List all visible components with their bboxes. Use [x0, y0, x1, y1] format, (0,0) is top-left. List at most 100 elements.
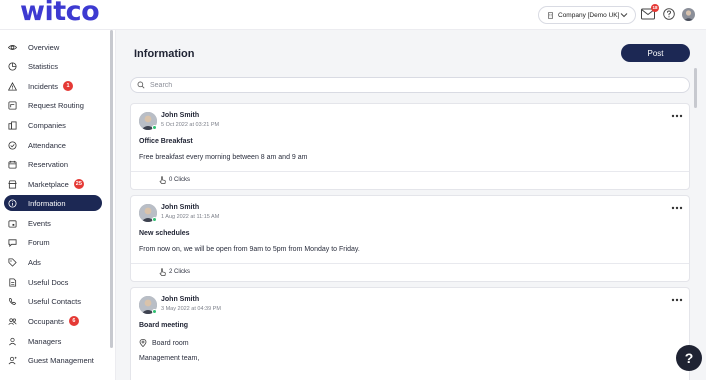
sidebar-item-guest-management[interactable]: Guest Management — [4, 352, 102, 368]
post-clicks-label: 2 Clicks — [169, 269, 191, 275]
warning-icon — [8, 81, 17, 91]
sidebar-item-request-routing[interactable]: Request Routing — [4, 97, 102, 113]
online-indicator — [152, 309, 157, 314]
sidebar-item-label: Managers — [28, 336, 62, 346]
sidebar-item-useful-docs[interactable]: Useful Docs — [4, 274, 102, 290]
sidebar-item-label: Events — [28, 218, 51, 228]
sidebar-item-label: Attendance — [28, 140, 66, 150]
sidebar-item-useful-contacts[interactable]: Useful Contacts — [4, 293, 102, 309]
sidebar-item-label: Useful Contacts — [28, 296, 81, 306]
online-indicator — [152, 217, 157, 222]
more-options-icon[interactable] — [671, 206, 683, 210]
sidebar-item-forum[interactable]: Forum — [4, 234, 102, 250]
post-clicks: 0 Clicks — [159, 176, 190, 184]
route-icon — [8, 100, 17, 110]
user-avatar[interactable] — [682, 8, 695, 21]
post-location: Board room — [139, 339, 189, 347]
mail-badge: 18 — [651, 4, 659, 12]
sidebar-item-label: Marketplace — [28, 179, 69, 189]
pie-chart-icon — [8, 61, 17, 71]
user-icon — [9, 337, 16, 345]
sidebar-item-ads[interactable]: Ads — [4, 254, 102, 270]
location-pin-icon — [139, 339, 147, 347]
post-button[interactable]: Post — [621, 44, 690, 62]
post-author[interactable]: John Smith — [161, 112, 199, 119]
users-icon — [8, 317, 17, 325]
main-scrollbar[interactable] — [694, 68, 697, 108]
sidebar-item-marketplace[interactable]: Marketplace 25 — [4, 176, 102, 192]
sidebar-item-label: Statistics — [28, 61, 59, 71]
post-clicks-label: 0 Clicks — [169, 177, 191, 183]
pointer-hand-icon — [159, 268, 166, 276]
post-divider — [131, 171, 689, 172]
company-selector[interactable]: Company [Demo UK] — [538, 6, 636, 24]
marketplace-badge: 25 — [73, 179, 84, 189]
tag-icon — [8, 257, 17, 267]
post-clicks: 2 Clicks — [159, 268, 190, 276]
sidebar-item-label: Incidents — [28, 81, 59, 91]
top-bar: witco Company [Demo UK] 18 — [0, 0, 706, 30]
sidebar-item-label: Reservation — [28, 159, 69, 169]
sidebar-item-label: Occupants — [28, 316, 64, 326]
post-divider — [131, 263, 689, 264]
sidebar-item-label: Guest Management — [28, 355, 94, 365]
pointer-hand-icon — [159, 176, 166, 184]
occupants-badge: 6 — [68, 316, 79, 326]
chevron-down-icon — [620, 13, 628, 18]
info-icon — [8, 198, 17, 208]
event-icon — [8, 219, 17, 228]
post-date: 3 May 2022 at 04:39 PM — [161, 306, 221, 312]
more-options-icon[interactable] — [671, 298, 683, 302]
sidebar-item-overview[interactable]: Overview — [4, 39, 102, 55]
sidebar-item-statistics[interactable]: Statistics — [4, 58, 102, 74]
post-title: New schedules — [139, 230, 190, 237]
post-author[interactable]: John Smith — [161, 204, 199, 211]
post-location-label: Board room — [152, 339, 189, 347]
page-title: Information — [134, 48, 195, 60]
sidebar-item-managers[interactable]: Managers — [4, 333, 102, 349]
building-icon — [8, 120, 17, 130]
sidebar-item-label: Forum — [28, 237, 50, 247]
search-bar[interactable] — [130, 77, 690, 93]
sidebar-item-label: Ads — [28, 257, 41, 267]
post-body: From now on, we will be open from 9am to… — [139, 246, 360, 253]
sidebar-item-incidents[interactable]: Incidents 1 — [4, 78, 102, 94]
post-date: 1 Aug 2022 at 11:15 AM — [161, 214, 220, 220]
post-date: 5 Oct 2022 at 03:21 PM — [161, 122, 220, 128]
sidebar-item-attendance[interactable]: Attendance — [4, 137, 102, 153]
sidebar-scrollbar[interactable] — [110, 30, 113, 348]
post-title: Office Breakfast — [139, 138, 193, 145]
sidebar-item-information[interactable]: Information — [4, 195, 102, 211]
chat-icon — [8, 238, 17, 247]
calendar-icon — [8, 160, 17, 169]
sidebar-item-events[interactable]: Events — [4, 215, 102, 231]
sidebar-item-companies[interactable]: Companies — [4, 117, 102, 133]
app-logo[interactable]: witco — [20, 0, 100, 27]
contact-icon — [8, 297, 17, 305]
incidents-badge: 1 — [63, 81, 74, 91]
building-icon — [548, 11, 553, 19]
post-author[interactable]: John Smith — [161, 296, 199, 303]
sidebar-item-reservation[interactable]: Reservation — [4, 156, 102, 172]
document-icon — [9, 277, 17, 287]
search-input[interactable] — [150, 81, 670, 89]
help-button[interactable]: ? — [676, 345, 702, 371]
post-card: John Smith 1 Aug 2022 at 11:15 AM New sc… — [130, 195, 690, 282]
sidebar-item-label: Information — [28, 198, 66, 208]
store-icon — [8, 179, 17, 189]
help-icon[interactable] — [663, 8, 675, 20]
sidebar-item-label: Useful Docs — [28, 277, 69, 287]
post-body: Free breakfast every morning between 8 a… — [139, 154, 308, 161]
eye-icon — [8, 44, 17, 50]
online-indicator — [152, 125, 157, 130]
guest-icon — [8, 356, 17, 364]
post-body: Management team, — [139, 355, 200, 362]
company-selector-label: Company [Demo UK] — [558, 11, 620, 19]
sidebar-item-occupants[interactable]: Occupants 6 — [4, 313, 102, 329]
search-icon — [137, 81, 145, 89]
sidebar-item-label: Request Routing — [28, 100, 84, 110]
sidebar-item-label: Companies — [28, 120, 66, 130]
post-card: John Smith 3 May 2022 at 04:39 PM Board … — [130, 287, 690, 380]
post-title: Board meeting — [139, 322, 189, 329]
more-options-icon[interactable] — [671, 114, 683, 118]
